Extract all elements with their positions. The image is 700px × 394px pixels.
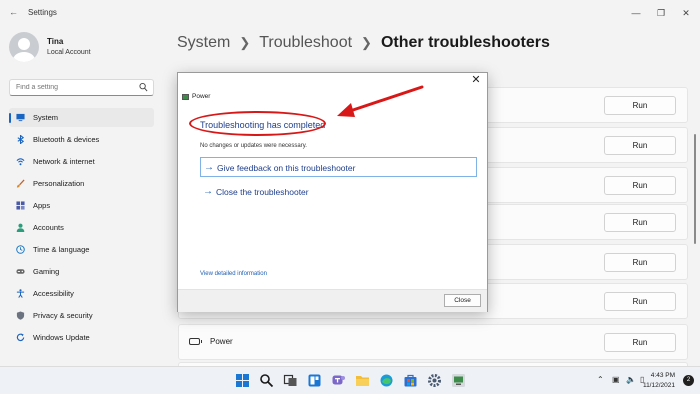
taskbar-search-icon[interactable] [259, 373, 274, 388]
sidebar-item-accessibility[interactable]: Accessibility [9, 284, 154, 303]
search-input[interactable] [16, 80, 136, 95]
gamepad-icon [16, 269, 25, 274]
run-button[interactable]: Run [604, 253, 676, 272]
monitor-icon [16, 113, 25, 122]
sidebar-item-time-language[interactable]: Time & language [9, 240, 154, 259]
dialog-title: Power [192, 93, 211, 100]
run-button[interactable]: Run [604, 96, 676, 115]
back-arrow-icon[interactable]: ← [9, 7, 18, 17]
task-view-icon[interactable] [283, 373, 298, 388]
run-button[interactable]: Run [604, 333, 676, 352]
account-type: Local Account [47, 49, 91, 56]
sidebar-item-gaming[interactable]: Gaming [9, 262, 154, 281]
teams-chat-icon[interactable] [331, 373, 346, 388]
start-icon[interactable] [235, 373, 250, 388]
avatar[interactable] [9, 32, 39, 62]
breadcrumb: System ❯ Troubleshoot ❯ Other troubleshooter… [177, 34, 550, 52]
sidebar-item-label: Accounts [33, 223, 64, 232]
page-title: Other troubleshooters [380, 34, 550, 51]
file-explorer-icon[interactable] [355, 373, 370, 388]
maximize-button[interactable]: ❐ [650, 4, 672, 22]
shield-icon [16, 311, 25, 320]
dialog-close-icon[interactable]: ✕ [469, 73, 483, 87]
user-name: Tina [47, 37, 64, 46]
link-label: Close the troubleshooter [216, 187, 309, 197]
title-bar: ← Settings — ❐ ✕ [0, 0, 700, 28]
sidebar-item-label: Privacy & security [33, 311, 93, 320]
globe-clock-icon [16, 245, 25, 254]
brush-icon [16, 179, 25, 188]
sidebar-item-system[interactable]: System [9, 108, 154, 127]
annotation-highlight-oval [189, 111, 326, 136]
edge-browser-icon[interactable] [379, 373, 394, 388]
arrow-right-icon: → [203, 186, 213, 197]
sidebar-item-label: Time & language [33, 245, 90, 254]
minimize-button[interactable]: — [625, 4, 647, 22]
battery-icon [189, 338, 202, 345]
sidebar-item-apps[interactable]: Apps [9, 196, 154, 215]
power-troubleshooter-icon [182, 94, 189, 100]
chevron-up-icon[interactable]: ⌃ [597, 375, 604, 384]
search-box[interactable] [9, 79, 154, 96]
run-button[interactable]: Run [604, 292, 676, 311]
search-icon[interactable] [139, 82, 148, 93]
run-button[interactable]: Run [604, 213, 676, 232]
give-feedback-link[interactable]: → Give feedback on this troubleshooter [200, 157, 477, 177]
breadcrumb-separator-icon: ❯ [239, 35, 251, 50]
close-troubleshooter-link[interactable]: → Close the troubleshooter [200, 182, 477, 202]
dialog-footer: Close [178, 289, 487, 312]
widgets-icon[interactable] [307, 373, 322, 388]
troubleshooter-label: Power [210, 337, 233, 346]
sidebar-item-label: Windows Update [33, 333, 90, 342]
sidebar-item-label: Apps [33, 201, 51, 210]
close-window-button[interactable]: ✕ [675, 4, 697, 22]
breadcrumb-troubleshoot[interactable]: Troubleshoot [259, 34, 352, 51]
run-button[interactable]: Run [604, 176, 676, 195]
apps-icon [16, 201, 25, 210]
sidebar-item-bluetooth[interactable]: Bluetooth & devices [9, 130, 154, 149]
sidebar-item-personalization[interactable]: Personalization [9, 174, 154, 193]
arrow-right-icon: → [204, 162, 214, 173]
selected-indicator [9, 113, 11, 123]
troubleshooter-dialog: ✕ Power Troubleshooting has completed No… [177, 72, 488, 312]
update-icon [16, 333, 25, 342]
taskbar: ⌃ ▣ 🔈 ▯ 4:43 PM 11/12/2021 2 [0, 366, 700, 394]
sidebar-item-label: System [33, 113, 59, 122]
sidebar-item-privacy[interactable]: Privacy & security [9, 306, 154, 325]
clock-date[interactable]: 11/12/2021 [643, 382, 675, 389]
network-icon[interactable]: ▣ [612, 375, 620, 384]
person-icon [16, 223, 25, 232]
scrollbar[interactable] [694, 134, 696, 244]
sidebar-item-label: Accessibility [33, 289, 74, 298]
run-button[interactable]: Run [604, 136, 676, 155]
sidebar-item-label: Bluetooth & devices [33, 135, 100, 144]
sidebar-item-label: Gaming [33, 267, 60, 276]
breadcrumb-separator-icon: ❯ [361, 35, 372, 50]
result-message: No changes or updates were necessary. [200, 143, 307, 149]
app-title: Settings [28, 8, 57, 17]
troubleshooter-row-power: Power Run [178, 324, 688, 360]
wifi-icon [16, 158, 25, 166]
accessibility-icon [16, 289, 25, 298]
clock-time[interactable]: 4:43 PM [651, 372, 675, 379]
sidebar-item-label: Network & internet [33, 157, 95, 166]
breadcrumb-system[interactable]: System [177, 34, 230, 51]
troubleshooter-app-icon[interactable] [451, 373, 466, 388]
bluetooth-icon [17, 135, 25, 144]
settings-gear-icon[interactable] [427, 373, 442, 388]
link-label: Give feedback on this troubleshooter [217, 163, 356, 173]
sidebar-item-windows-update[interactable]: Windows Update [9, 328, 154, 347]
dialog-close-button[interactable]: Close [444, 294, 481, 307]
store-icon[interactable] [403, 373, 418, 388]
notification-badge[interactable]: 2 [683, 375, 694, 386]
sidebar-item-accounts[interactable]: Accounts [9, 218, 154, 237]
sidebar-item-network[interactable]: Network & internet [9, 152, 154, 171]
view-details-link[interactable]: View detailed information [200, 271, 267, 277]
volume-icon[interactable]: 🔈 [626, 375, 636, 384]
sidebar-item-label: Personalization [33, 179, 85, 188]
